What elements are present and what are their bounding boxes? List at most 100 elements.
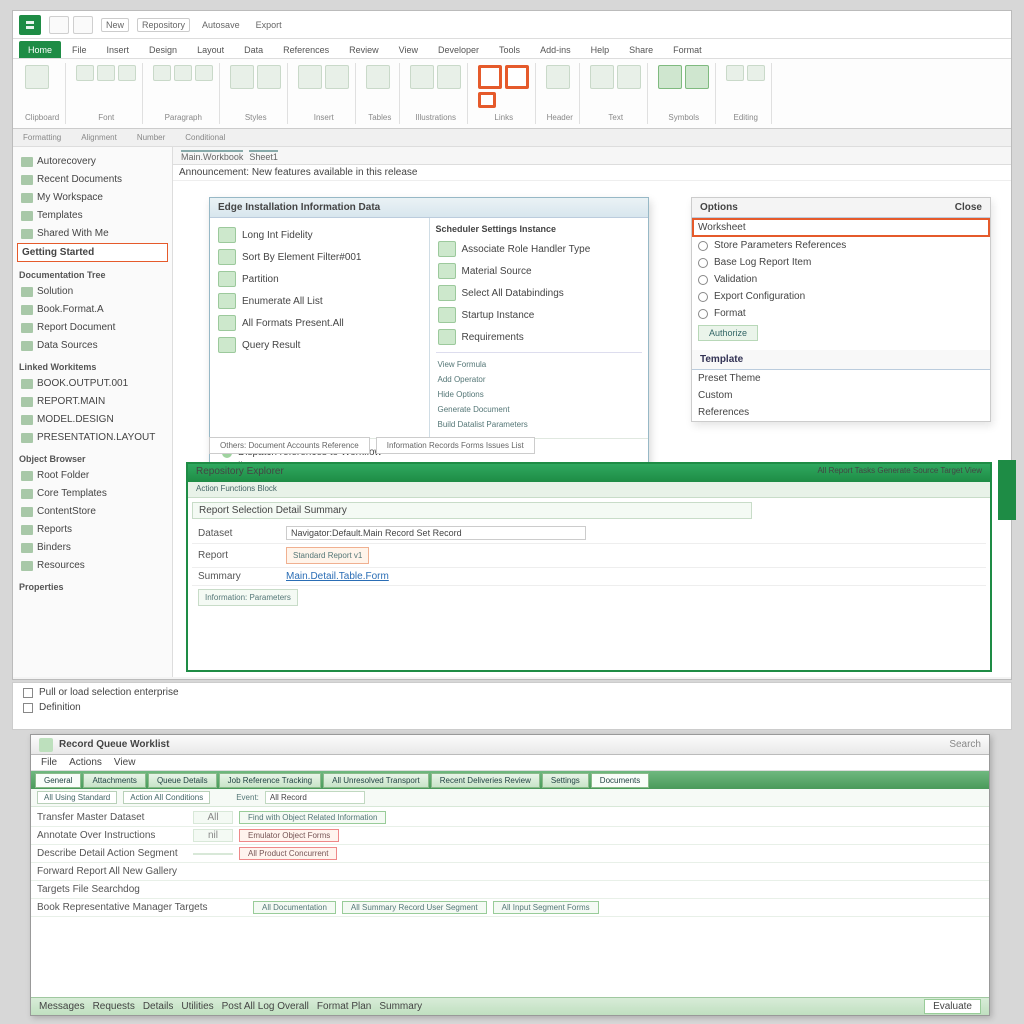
- footer-item[interactable]: Requests: [93, 1001, 135, 1012]
- side-gallery-item[interactable]: Base Log Report Item: [692, 254, 990, 271]
- doc-tab[interactable]: Sheet1: [249, 150, 278, 162]
- ribbon-tab-design[interactable]: Design: [140, 41, 186, 58]
- gallery-sub-item[interactable]: Generate Document: [436, 402, 643, 417]
- textbox-icon[interactable]: [590, 65, 614, 89]
- ribbon-tab-layout[interactable]: Layout: [188, 41, 233, 58]
- grid-row[interactable]: Describe Detail Action Segment All Produ…: [31, 845, 989, 863]
- gallery-item[interactable]: Partition: [216, 268, 423, 290]
- menu-item[interactable]: View: [114, 757, 136, 768]
- ribbon-tab-home[interactable]: Home: [19, 41, 61, 58]
- table-icon[interactable]: [298, 65, 322, 89]
- grid-row[interactable]: Annotate Over Instructions nil Emulator …: [31, 827, 989, 845]
- authorize-button[interactable]: Authorize: [698, 325, 758, 341]
- radio-icon[interactable]: [698, 275, 708, 285]
- gallery-item[interactable]: Long Int Fidelity: [216, 224, 423, 246]
- radio-icon[interactable]: [698, 292, 708, 302]
- doc-tab[interactable]: Main.Workbook: [181, 150, 243, 162]
- wordart-icon[interactable]: [617, 65, 641, 89]
- gallery-sub-item[interactable]: View Formula: [436, 357, 643, 372]
- gallery-sub-item[interactable]: Add Operator: [436, 372, 643, 387]
- subribbon-item[interactable]: Alignment: [81, 133, 117, 142]
- sidebar-item[interactable]: Data Sources: [17, 337, 168, 354]
- sidebar-item[interactable]: Core Templates: [17, 485, 168, 502]
- worklist-tab[interactable]: Job Reference Tracking: [219, 773, 322, 788]
- qat-repo-button[interactable]: Repository: [137, 18, 190, 32]
- crossref-icon-highlighted[interactable]: [478, 92, 496, 108]
- dataset-input[interactable]: [286, 526, 586, 540]
- formula-bar[interactable]: Announcement: New features available in …: [173, 165, 1011, 181]
- font-icon[interactable]: [76, 65, 94, 81]
- report-badge[interactable]: Standard Report v1: [286, 547, 369, 564]
- summary-link[interactable]: Main.Detail.Table.Form: [286, 571, 389, 582]
- header-icon[interactable]: [546, 65, 570, 89]
- subribbon-item[interactable]: Conditional: [185, 133, 225, 142]
- ribbon-tab-share[interactable]: Share: [620, 41, 662, 58]
- toolbar-button[interactable]: Action All Conditions: [123, 791, 210, 804]
- sidebar-item[interactable]: BOOK.OUTPUT.001: [17, 375, 168, 392]
- subribbon-item[interactable]: Formatting: [23, 133, 61, 142]
- bookmark-icon-highlighted[interactable]: [505, 65, 529, 89]
- checkbox-icon[interactable]: [23, 703, 33, 713]
- side-gallery-highlight[interactable]: Worksheet: [692, 218, 990, 237]
- worklist-tab[interactable]: Recent Deliveries Review: [431, 773, 540, 788]
- ribbon-tab-data[interactable]: Data: [235, 41, 272, 58]
- symbol-icon[interactable]: [685, 65, 709, 89]
- link-icon-highlighted[interactable]: [478, 65, 502, 89]
- gallery-sub-item[interactable]: Hide Options: [436, 387, 643, 402]
- sidebar-item[interactable]: Root Folder: [17, 467, 168, 484]
- sidebar-item[interactable]: My Workspace: [17, 189, 168, 206]
- find-icon[interactable]: [726, 65, 744, 81]
- sidebar-item[interactable]: Recent Documents: [17, 171, 168, 188]
- sidebar-item[interactable]: Templates: [17, 207, 168, 224]
- gallery-item[interactable]: Query Result: [216, 334, 423, 356]
- gallery-item[interactable]: Select All Databindings: [436, 282, 643, 304]
- chart-icon[interactable]: [437, 65, 461, 89]
- ribbon-tab-file[interactable]: File: [63, 41, 96, 58]
- gallery-item[interactable]: Material Source: [436, 260, 643, 282]
- evaluate-button[interactable]: Evaluate: [924, 999, 981, 1014]
- footer-item[interactable]: Details: [143, 1001, 174, 1012]
- bullets-icon[interactable]: [195, 65, 213, 81]
- sidebar-item[interactable]: Report Document: [17, 319, 168, 336]
- menu-item[interactable]: File: [41, 757, 57, 768]
- ribbon-tab-addins[interactable]: Add-ins: [531, 41, 580, 58]
- sidebar-item-autorecovery[interactable]: Autorecovery: [17, 153, 168, 170]
- qat-save-icon[interactable]: [49, 16, 69, 34]
- filter-input[interactable]: [265, 791, 365, 804]
- style2-icon[interactable]: [257, 65, 281, 89]
- radio-icon[interactable]: [698, 258, 708, 268]
- worklist-tab[interactable]: Attachments: [83, 773, 145, 788]
- gallery-item[interactable]: Enumerate All List: [216, 290, 423, 312]
- footer-tab[interactable]: Others: Document Accounts Reference: [209, 437, 370, 454]
- grid-row[interactable]: Targets File Searchdog: [31, 881, 989, 899]
- equation-icon[interactable]: [658, 65, 682, 89]
- italic-icon[interactable]: [118, 65, 136, 81]
- radio-icon[interactable]: [698, 241, 708, 251]
- side-gallery-item[interactable]: References: [692, 404, 990, 421]
- sidebar-item[interactable]: PRESENTATION.LAYOUT: [17, 429, 168, 446]
- ribbon-tab-tools[interactable]: Tools: [490, 41, 529, 58]
- grid-row[interactable]: Forward Report All New Gallery: [31, 863, 989, 881]
- ribbon-tab-view[interactable]: View: [390, 41, 427, 58]
- style1-icon[interactable]: [230, 65, 254, 89]
- sidebar-item-selected[interactable]: Getting Started: [17, 243, 168, 262]
- side-gallery-item[interactable]: Validation: [692, 271, 990, 288]
- sidebar-item[interactable]: MODEL.DESIGN: [17, 411, 168, 428]
- worklist-tab[interactable]: Settings: [542, 773, 589, 788]
- worklist-tab[interactable]: Documents: [591, 773, 649, 788]
- qat-new-button[interactable]: New: [101, 18, 129, 32]
- sidebar-item[interactable]: Book.Format.A: [17, 301, 168, 318]
- side-gallery-item[interactable]: Format: [692, 305, 990, 322]
- ribbon-tab-format[interactable]: Format: [664, 41, 711, 58]
- footer-item[interactable]: Messages: [39, 1001, 85, 1012]
- footer-item[interactable]: Utilities: [181, 1001, 213, 1012]
- subribbon-item[interactable]: Number: [137, 133, 165, 142]
- sidebar-item[interactable]: Binders: [17, 539, 168, 556]
- footer-item[interactable]: Format Plan: [317, 1001, 371, 1012]
- app-icon[interactable]: [19, 15, 41, 35]
- sidebar-footer[interactable]: Properties: [19, 582, 168, 592]
- qat-undo-icon[interactable]: [73, 16, 93, 34]
- grid-row[interactable]: Book Representative Manager Targets All …: [31, 899, 989, 917]
- sidebar-item[interactable]: ContentStore: [17, 503, 168, 520]
- ribbon-tab-review[interactable]: Review: [340, 41, 388, 58]
